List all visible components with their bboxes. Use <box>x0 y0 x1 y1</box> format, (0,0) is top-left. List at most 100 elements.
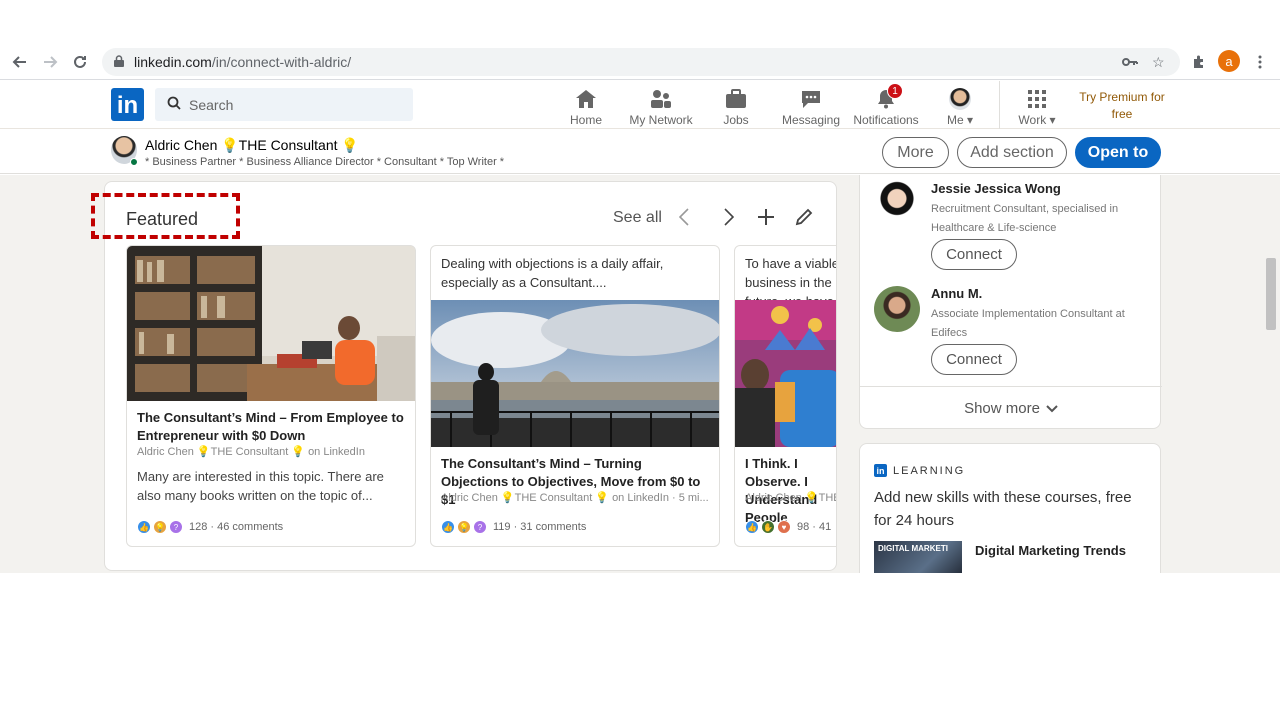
chevron-down-icon: ▾ <box>1049 113 1056 127</box>
course-title[interactable]: Digital Marketing Trends <box>975 543 1126 558</box>
star-icon[interactable]: ☆ <box>1152 48 1165 76</box>
try-premium-link[interactable]: Try Premium for free <box>1074 89 1170 123</box>
linkedin-learning-icon: in <box>874 464 887 477</box>
featured-section: Featured See all The Consultant’s Mind –… <box>104 181 837 571</box>
nav-my-network[interactable]: My Network <box>626 83 696 127</box>
lock-icon <box>114 54 124 70</box>
featured-card-image <box>735 300 836 447</box>
person-avatar[interactable] <box>874 181 920 227</box>
nav-jobs[interactable]: Jobs <box>716 83 756 127</box>
curious-reaction-icon: ? <box>473 520 487 534</box>
show-more-button[interactable]: Show more <box>860 386 1162 429</box>
curious-reaction-icon: ? <box>169 520 183 534</box>
featured-card-author: Aldric Chen 💡THE Consultant <box>745 492 836 504</box>
url-path: /in/connect-with-aldric/ <box>211 54 352 70</box>
connect-button[interactable]: Connect <box>931 239 1017 270</box>
person-avatar[interactable] <box>874 286 920 332</box>
featured-highlight-annotation <box>91 193 240 239</box>
featured-card-snippet: Dealing with objections is a daily affai… <box>441 256 664 290</box>
featured-card[interactable]: The Consultant’s Mind – From Employee to… <box>126 245 416 547</box>
featured-card-image <box>127 246 415 401</box>
browser-toolbar: linkedin.com/in/connect-with-aldric/ ☆ <box>0 44 1280 80</box>
featured-card[interactable]: To have a viable business in the future,… <box>734 245 836 547</box>
reaction-count: 98 · 41 <box>797 521 832 533</box>
learning-card: in LEARNING Add new skills with these co… <box>859 443 1161 573</box>
search-icon <box>167 96 181 113</box>
profile-headline: * Business Partner * Business Alliance D… <box>145 156 505 168</box>
profile-name: Aldric Chen 💡THE Consultant 💡 <box>145 137 359 153</box>
nav-home[interactable]: Home <box>566 83 606 127</box>
nav-label: Jobs <box>723 113 749 127</box>
nav-label: Me ▾ <box>946 113 974 127</box>
search-placeholder: Search <box>189 96 234 113</box>
love-reaction-icon: ♥ <box>777 520 791 534</box>
linkedin-logo[interactable]: in <box>111 88 144 121</box>
avatar-icon <box>948 87 972 111</box>
chevron-down-icon <box>1046 401 1058 416</box>
puzzle-icon[interactable] <box>1187 50 1211 74</box>
add-icon[interactable] <box>753 204 779 230</box>
page-scrollbar[interactable] <box>1266 258 1276 330</box>
back-arrow-icon[interactable] <box>8 50 32 74</box>
celebrate-reaction-icon: ✋ <box>761 520 775 534</box>
like-reaction-icon: 👍 <box>137 520 151 534</box>
nav-label: Notifications <box>853 113 919 127</box>
show-more-label: Show more <box>964 399 1040 417</box>
home-icon <box>574 87 598 111</box>
featured-card-author: Aldric Chen 💡THE Consultant 💡 on LinkedI… <box>137 446 365 458</box>
reaction-summary[interactable]: 👍 💡 ? 119 · 31 comments <box>441 520 586 534</box>
nav-me[interactable]: Me ▾ <box>940 83 980 127</box>
featured-card-author: Aldric Chen 💡THE Consultant 💡 on LinkedI… <box>441 492 709 504</box>
person-name[interactable]: Jessie Jessica Wong <box>931 181 1061 196</box>
reaction-count: 119 · 31 comments <box>493 521 587 533</box>
nav-label: Home <box>569 113 602 127</box>
profile-sticky-header: Aldric Chen 💡THE Consultant 💡 * Business… <box>0 130 1280 174</box>
open-to-button[interactable]: Open to <box>1075 137 1161 168</box>
nav-work[interactable]: Work ▾ <box>1013 83 1061 127</box>
nav-label: Messaging <box>781 113 841 127</box>
linkedin-navbar: in Search Home My Network Jobs Messaging <box>0 81 1280 129</box>
featured-card-description: Many are interested in this topic. There… <box>137 469 384 503</box>
reaction-count: 128 · 46 comments <box>189 521 284 533</box>
people-suggestions-card: Jessie Jessica Wong Recruitment Consulta… <box>859 175 1162 429</box>
pencil-icon[interactable] <box>791 204 817 230</box>
network-icon <box>649 87 673 111</box>
featured-card-image <box>431 300 719 447</box>
learning-heading-label: LEARNING <box>893 464 966 477</box>
reload-icon[interactable] <box>68 50 92 74</box>
chevron-right-icon[interactable] <box>716 204 742 230</box>
kebab-menu-icon[interactable] <box>1248 50 1272 74</box>
messaging-icon <box>799 87 823 111</box>
address-bar[interactable]: linkedin.com/in/connect-with-aldric/ ☆ <box>102 48 1180 76</box>
insightful-reaction-icon: 💡 <box>153 520 167 534</box>
url-host: linkedin.com <box>134 54 212 70</box>
browser-profile-avatar[interactable]: a <box>1218 50 1240 72</box>
chevron-left-icon[interactable] <box>671 204 697 230</box>
nav-label: My Network <box>629 113 693 127</box>
add-section-button[interactable]: Add section <box>957 137 1067 168</box>
nav-notifications[interactable]: 1 Notifications <box>853 83 919 127</box>
search-input[interactable]: Search <box>155 88 413 121</box>
person-name[interactable]: Annu M. <box>931 286 982 301</box>
online-status-dot <box>130 158 138 166</box>
grid-icon <box>1025 87 1049 111</box>
person-description: Recruitment Consultant, specialised in H… <box>931 203 1119 234</box>
like-reaction-icon: 👍 <box>745 520 759 534</box>
nav-messaging[interactable]: Messaging <box>782 83 840 127</box>
chevron-down-icon: ▾ <box>966 113 974 127</box>
see-all-link[interactable]: See all <box>613 209 662 227</box>
learning-text: Add new skills with these courses, free … <box>874 489 1132 529</box>
briefcase-icon <box>724 87 748 111</box>
key-icon[interactable] <box>1122 48 1138 76</box>
connect-button[interactable]: Connect <box>931 344 1017 375</box>
insightful-reaction-icon: 💡 <box>457 520 471 534</box>
forward-arrow-icon[interactable] <box>38 50 62 74</box>
more-button[interactable]: More <box>882 137 949 168</box>
like-reaction-icon: 👍 <box>441 520 455 534</box>
person-description: Associate Implementation Consultant at E… <box>931 308 1125 339</box>
featured-card-title[interactable]: The Consultant’s Mind – From Employee to… <box>137 409 407 445</box>
featured-card[interactable]: Dealing with objections is a daily affai… <box>430 245 720 547</box>
reaction-summary[interactable]: 👍 ✋ ♥ 98 · 41 <box>745 520 831 534</box>
course-thumbnail[interactable]: DIGITAL MARKETI <box>874 541 962 573</box>
reaction-summary[interactable]: 👍 💡 ? 128 · 46 comments <box>137 520 283 534</box>
